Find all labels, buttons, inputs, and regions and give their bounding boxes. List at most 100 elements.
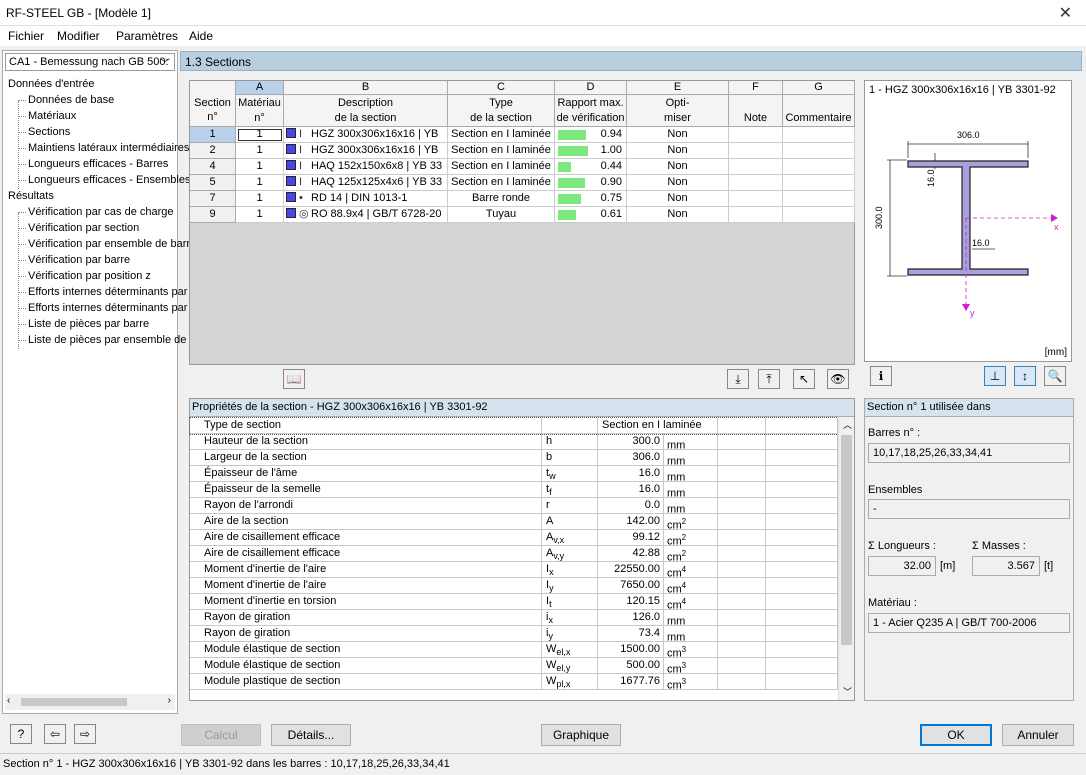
menu-help[interactable]: Aide <box>189 29 213 43</box>
cell-material[interactable]: 1 <box>236 207 284 223</box>
cell-note[interactable] <box>729 191 783 207</box>
cell-note[interactable] <box>729 175 783 191</box>
cell-type[interactable]: Section en I laminée <box>448 175 555 191</box>
cell-optimize[interactable]: Non <box>627 159 729 175</box>
show-dimensions-button[interactable]: ↕ <box>1014 366 1036 386</box>
chevron-right-icon[interactable]: › <box>168 695 171 706</box>
cell-description[interactable]: ◎ RO 88.9x4 | GB/T 6728-20 <box>284 207 448 223</box>
close-icon[interactable]: ✕ <box>1059 3 1072 23</box>
eye-icon[interactable]: 👁 <box>827 369 849 389</box>
tree-item-effective-lengths-members[interactable]: Longueurs efficaces - Barres <box>17 156 168 172</box>
cell-ratio[interactable]: 0.44 <box>555 159 627 175</box>
cell-material[interactable]: 1 <box>236 191 284 207</box>
zoom-icon[interactable]: 🔍 <box>1044 366 1066 386</box>
cell-comment[interactable] <box>783 207 855 223</box>
column-letter[interactable]: G <box>783 81 855 95</box>
cell-comment[interactable] <box>783 159 855 175</box>
cell-ratio[interactable]: 0.90 <box>555 175 627 191</box>
chevron-up-icon[interactable]: ︿ <box>843 418 852 431</box>
column-letter[interactable]: B <box>284 81 448 95</box>
cell-ratio[interactable]: 0.75 <box>555 191 627 207</box>
cell-description[interactable]: I HGZ 300x306x16x16 | YB <box>284 127 448 143</box>
tree-results-heading[interactable]: Résultats <box>8 188 54 204</box>
help-icon[interactable]: ? <box>10 724 32 744</box>
cell-type[interactable]: Section en I laminée <box>448 127 555 143</box>
column-letter[interactable]: C <box>448 81 555 95</box>
cell-optimize[interactable]: Non <box>627 207 729 223</box>
cell-type[interactable]: Section en I laminée <box>448 159 555 175</box>
row-number[interactable]: 5 <box>190 175 236 191</box>
chevron-down-icon[interactable]: ﹀ <box>843 685 852 698</box>
cell-comment[interactable] <box>783 127 855 143</box>
row-number[interactable]: 9 <box>190 207 236 223</box>
cell-ratio[interactable]: 0.61 <box>555 207 627 223</box>
export-excel-button[interactable]: ⤓ <box>727 369 749 389</box>
row-number[interactable]: 2 <box>190 143 236 159</box>
row-number[interactable]: 7 <box>190 191 236 207</box>
cell-optimize[interactable]: Non <box>627 127 729 143</box>
tree-item-parts-list-member[interactable]: Liste de pièces par barre <box>17 316 149 332</box>
column-letter[interactable]: E <box>627 81 729 95</box>
details-button[interactable]: Détails... <box>271 724 351 746</box>
column-letter[interactable]: D <box>555 81 627 95</box>
cancel-button[interactable]: Annuler <box>1002 724 1074 746</box>
import-excel-button[interactable]: ⤒ <box>758 369 780 389</box>
menu-settings[interactable]: Paramètres <box>116 29 178 43</box>
cell-note[interactable] <box>729 143 783 159</box>
tree-input-heading[interactable]: Données d'entrée <box>8 76 95 92</box>
cell-material[interactable]: 1 <box>236 143 284 159</box>
tree-item-lateral-restraints[interactable]: Maintiens latéraux intermédiaires <box>17 140 189 156</box>
tree-item-materials[interactable]: Matériaux <box>17 108 76 124</box>
cell-description[interactable]: I HAQ 125x125x4x6 | YB 33 <box>284 175 448 191</box>
menu-file[interactable]: Fichier <box>8 29 44 43</box>
cell-optimize[interactable]: Non <box>627 191 729 207</box>
chevron-left-icon[interactable]: ‹ <box>7 695 10 706</box>
cell-note[interactable] <box>729 207 783 223</box>
cell-type[interactable]: Tuyau <box>448 207 555 223</box>
cell-comment[interactable] <box>783 191 855 207</box>
info-icon[interactable]: ℹ <box>870 366 892 386</box>
row-number[interactable]: 1 <box>190 127 236 143</box>
cell-description[interactable]: I HAQ 152x150x6x8 | YB 33 <box>284 159 448 175</box>
tree-item-sections[interactable]: Sections <box>17 124 70 140</box>
tree-item-design-by-x-location[interactable]: Vérification par position z <box>18 268 151 284</box>
cell-material[interactable]: 1 <box>236 159 284 175</box>
cell-optimize[interactable]: Non <box>627 175 729 191</box>
next-window-icon[interactable]: ⇨ <box>74 724 96 744</box>
row-number[interactable]: 4 <box>190 159 236 175</box>
tree-item-basic-data[interactable]: Données de base <box>17 92 114 108</box>
cell-optimize[interactable]: Non <box>627 143 729 159</box>
column-letter[interactable]: F <box>729 81 783 95</box>
tree-item-governing-forces-member[interactable]: Efforts internes déterminants par barre <box>17 284 216 300</box>
properties-vertical-scrollbar[interactable]: ︿ ﹀ <box>838 417 854 700</box>
cell-material[interactable]: 1 <box>236 175 284 191</box>
ok-button[interactable]: OK <box>920 724 992 746</box>
cell-ratio[interactable]: 0.94 <box>555 127 627 143</box>
cell-comment[interactable] <box>783 175 855 191</box>
tree-item-effective-lengths-sets[interactable]: Longueurs efficaces - Ensembles <box>17 172 190 188</box>
scrollbar-thumb[interactable] <box>841 435 852 645</box>
show-section-button[interactable]: ⊥ <box>984 366 1006 386</box>
cell-note[interactable] <box>729 159 783 175</box>
cell-description[interactable]: • RD 14 | DIN 1013-1 <box>284 191 448 207</box>
case-selector[interactable]: CA1 - Bemessung nach GB 500: ﹀ <box>5 53 175 71</box>
cell-ratio[interactable]: 1.00 <box>555 143 627 159</box>
tree-item-design-by-section[interactable]: Vérification par section <box>17 220 139 236</box>
calc-button[interactable]: Calcul <box>181 724 261 746</box>
library-button[interactable]: 📖 <box>283 369 305 389</box>
tree-item-design-by-member[interactable]: Vérification par barre <box>17 252 130 268</box>
tree-item-design-by-set[interactable]: Vérification par ensemble de barres <box>18 236 202 252</box>
menu-edit[interactable]: Modifier <box>57 29 100 43</box>
tree-horizontal-scrollbar[interactable]: ‹ › <box>5 694 175 710</box>
select-pointer-button[interactable]: ↖ <box>793 369 815 389</box>
graphics-button[interactable]: Graphique <box>541 724 621 746</box>
cell-description[interactable]: I HGZ 300x306x16x16 | YB <box>284 143 448 159</box>
tree-item-design-by-load-case[interactable]: Vérification par cas de charge <box>18 204 174 220</box>
cell-comment[interactable] <box>783 143 855 159</box>
previous-window-icon[interactable]: ⇦ <box>44 724 66 744</box>
cell-material[interactable]: 1 <box>236 127 284 143</box>
scrollbar-thumb[interactable] <box>21 698 127 706</box>
column-letter[interactable]: A <box>236 81 284 95</box>
cell-type[interactable]: Barre ronde <box>448 191 555 207</box>
cell-note[interactable] <box>729 127 783 143</box>
